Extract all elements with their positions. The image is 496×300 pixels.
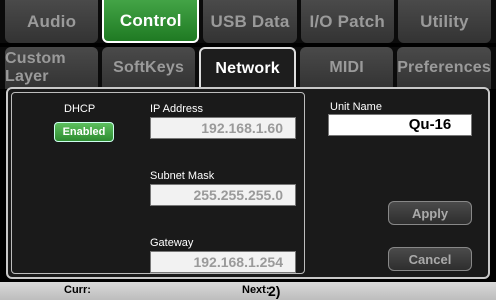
- tab-preferences[interactable]: Preferences: [397, 47, 492, 89]
- tab-audio[interactable]: Audio: [5, 0, 99, 43]
- next-scene-label: Next:: [242, 284, 270, 296]
- current-scene-label: Curr:: [64, 284, 91, 296]
- tab-custom-layer[interactable]: Custom Layer: [5, 47, 99, 89]
- gateway-label: Gateway: [150, 237, 194, 249]
- tab-utility[interactable]: Utility: [397, 0, 492, 43]
- status-bar: Curr: Next: 2): [0, 282, 496, 300]
- dhcp-label: DHCP: [64, 103, 96, 115]
- tab-midi[interactable]: MIDI: [300, 47, 394, 89]
- unit-name-label: Unit Name: [330, 101, 382, 113]
- gateway-field[interactable]: 192.168.1.254: [150, 251, 296, 273]
- ip-address-field[interactable]: 192.168.1.60: [150, 117, 296, 139]
- ip-address-label: IP Address: [150, 103, 203, 115]
- tab-softkeys[interactable]: SoftKeys: [102, 47, 196, 89]
- tab-usb-data[interactable]: USB Data: [203, 0, 297, 43]
- cancel-button[interactable]: Cancel: [388, 247, 472, 271]
- sub-tab-bar: Custom Layer SoftKeys Network MIDI Prefe…: [0, 47, 496, 89]
- tab-io-patch[interactable]: I/O Patch: [300, 0, 394, 43]
- subnet-mask-label: Subnet Mask: [150, 170, 215, 182]
- dhcp-toggle-button[interactable]: Enabled: [54, 122, 114, 142]
- unit-name-field[interactable]: Qu-16: [328, 114, 472, 136]
- main-tab-bar: Audio Control USB Data I/O Patch Utility: [0, 0, 496, 43]
- subnet-mask-field[interactable]: 255.255.255.0: [150, 184, 296, 206]
- next-scene-value: 2): [268, 283, 281, 299]
- apply-button[interactable]: Apply: [388, 201, 472, 225]
- network-settings-group: DHCP Enabled IP Address 192.168.1.60 Sub…: [11, 92, 305, 274]
- tab-network[interactable]: Network: [199, 47, 297, 89]
- network-panel: DHCP Enabled IP Address 192.168.1.60 Sub…: [6, 87, 490, 279]
- tab-control[interactable]: Control: [102, 0, 200, 43]
